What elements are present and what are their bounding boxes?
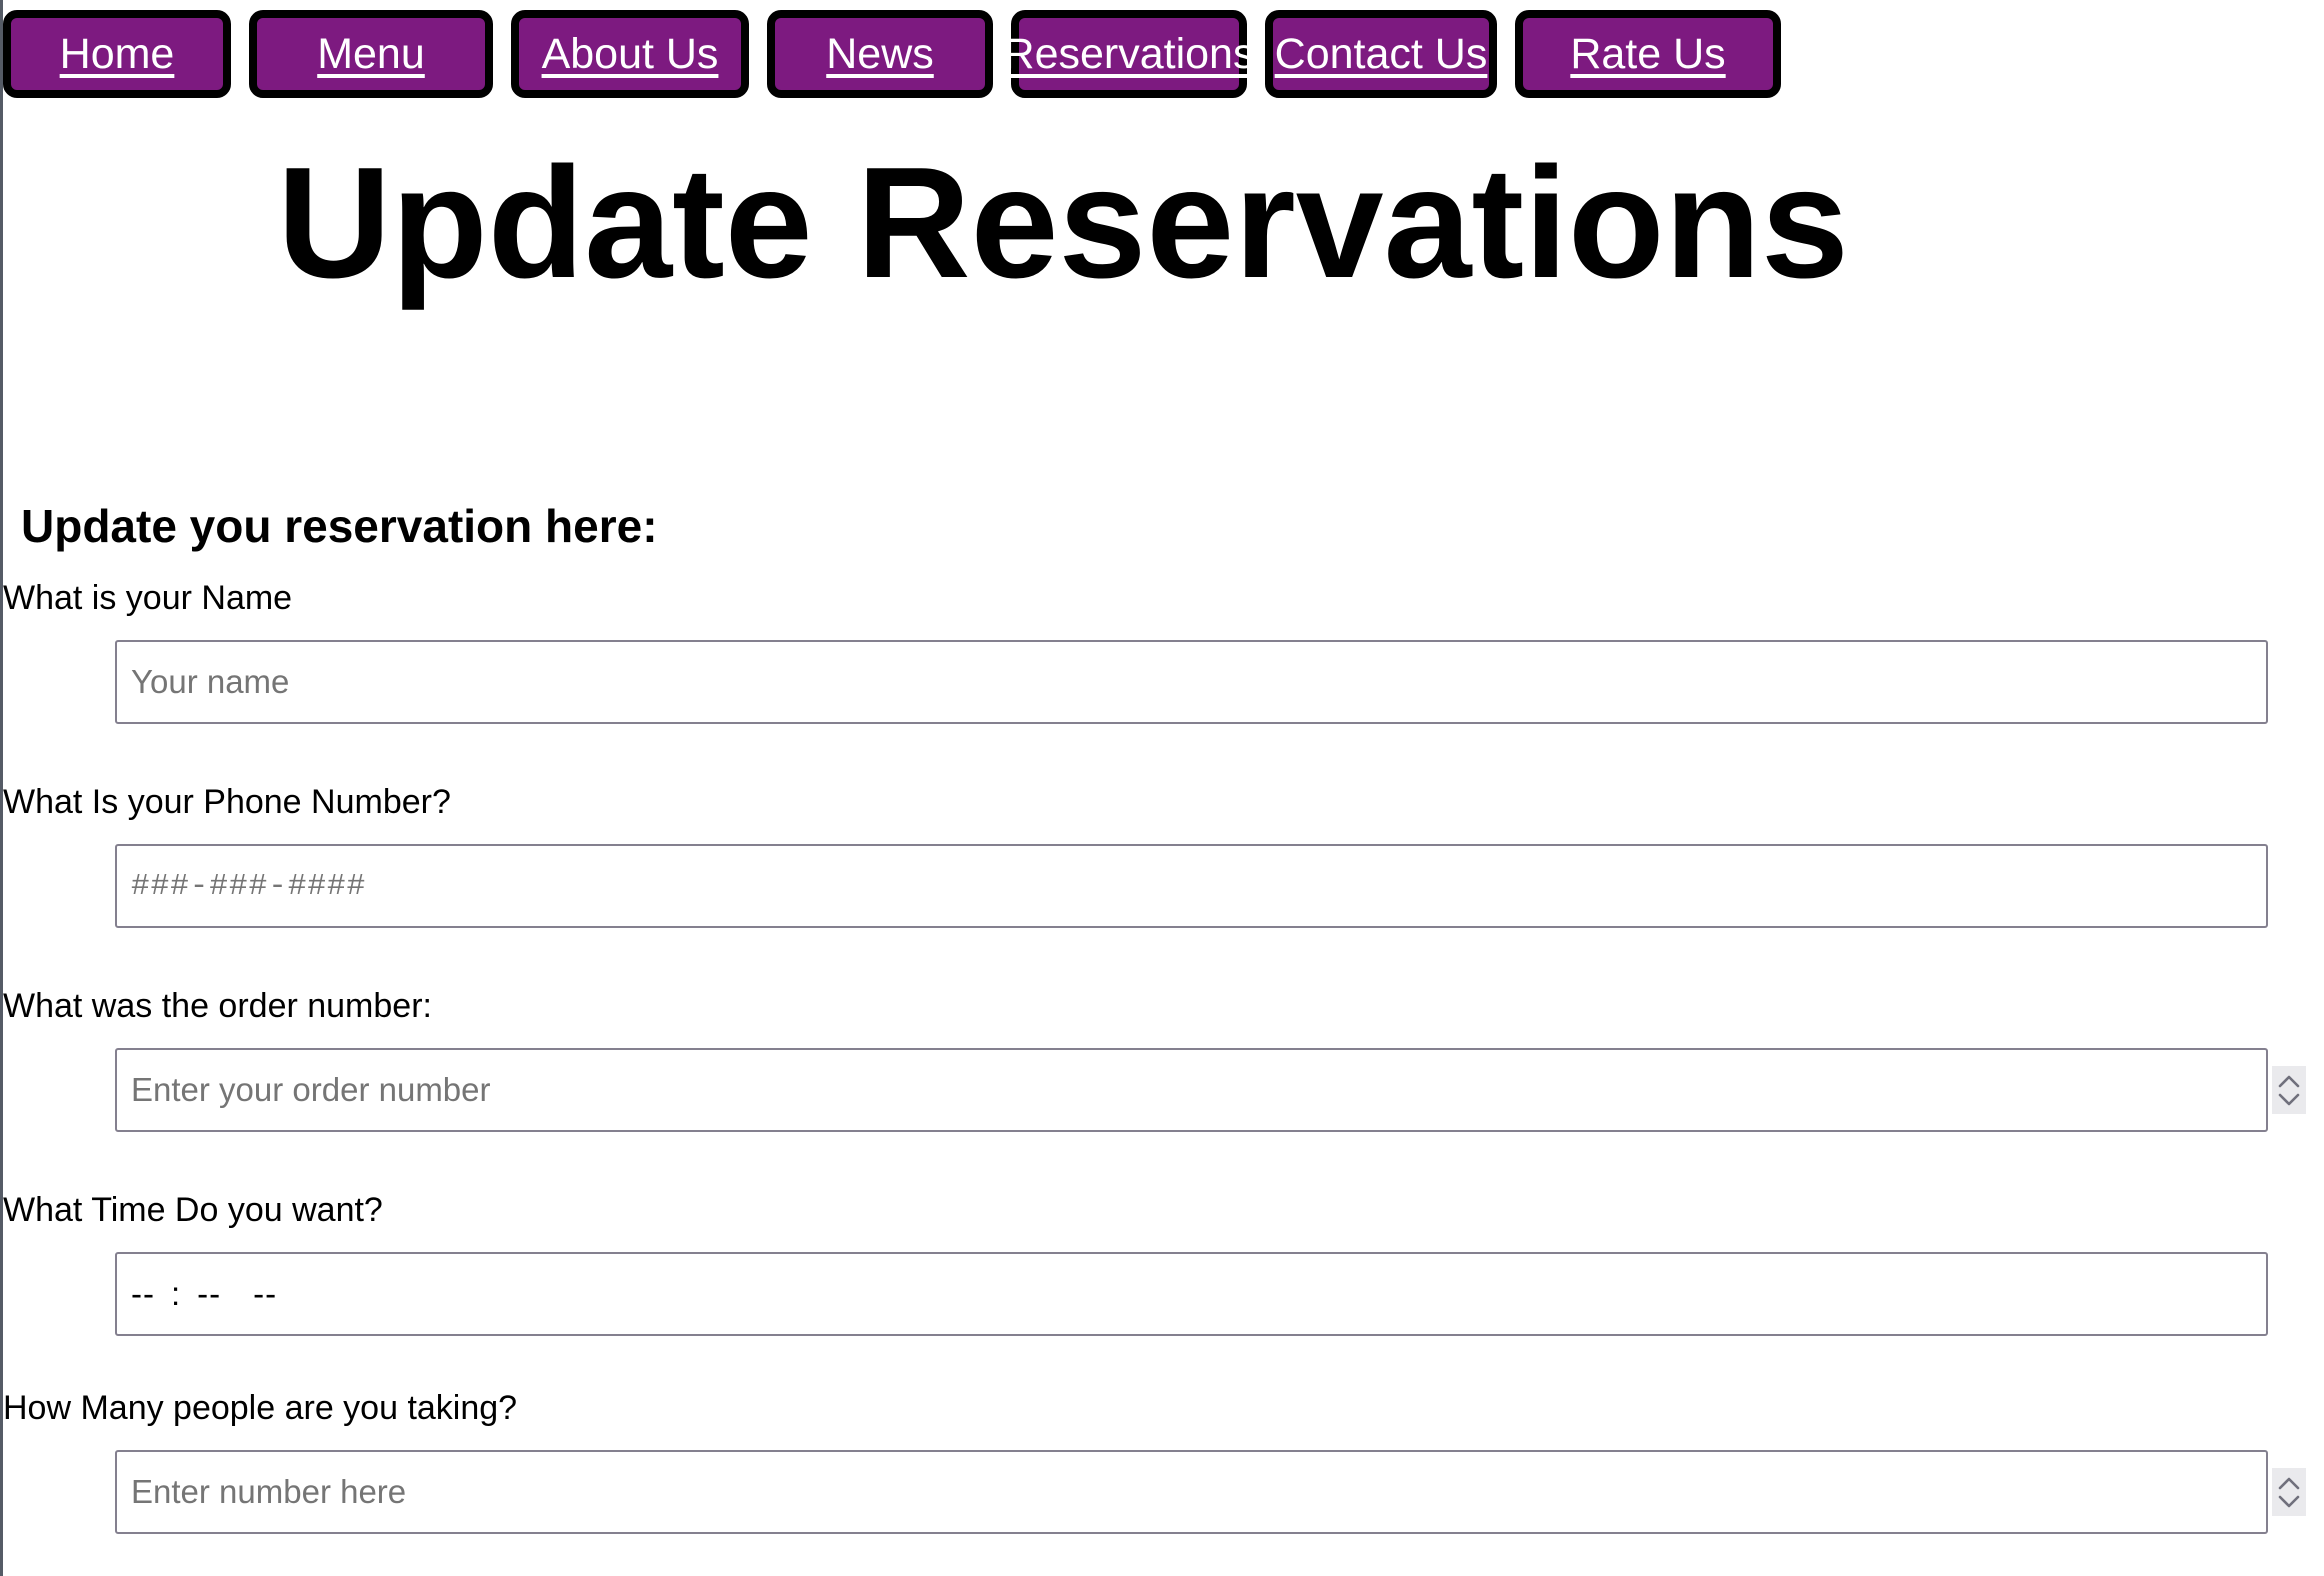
party-size-input[interactable] [115, 1450, 2268, 1534]
chevron-down-icon [2278, 1495, 2300, 1507]
nav-link-rate-us-label: Rate Us [1570, 30, 1726, 78]
input-wrap-name [3, 640, 2324, 724]
time-meridiem-segment[interactable]: -- [253, 1275, 277, 1312]
main-navigation: Home Menu About Us News Reservations Con… [3, 0, 2324, 110]
nav-link-news[interactable]: News [767, 10, 993, 98]
input-wrap-party-size [3, 1450, 2324, 1534]
nav-link-reservations-label: Reservations [1003, 30, 1255, 78]
input-wrap-time: --: -- -- [3, 1252, 2324, 1336]
nav-link-reservations[interactable]: Reservations [1004, 10, 1254, 98]
label-order-number: What was the order number: [3, 987, 432, 1025]
nav-link-menu-label: Menu [317, 30, 425, 78]
nav-link-rate-us[interactable]: Rate Us [1515, 10, 1781, 98]
number-spinner-party-size[interactable] [2272, 1468, 2306, 1516]
section-heading: Update you reservation here: [21, 500, 658, 552]
page-title: Update Reservations [277, 135, 1849, 311]
label-party-size: How Many people are you taking? [3, 1389, 518, 1427]
label-name: What is your Name [3, 579, 293, 617]
nav-link-about-us[interactable]: About Us [511, 10, 749, 98]
page-root: Home Menu About Us News Reservations Con… [0, 0, 2324, 1576]
update-reservation-form: What is your Name What Is your Phone Num… [3, 578, 2324, 1534]
order-number-input[interactable] [115, 1048, 2268, 1132]
field-group-time: What Time Do you want? --: -- -- [3, 1190, 2324, 1336]
chevron-up-icon [2278, 1477, 2300, 1489]
label-time: What Time Do you want? [3, 1191, 383, 1229]
label-phone: What Is your Phone Number? [3, 783, 451, 821]
field-group-phone: What Is your Phone Number? [3, 782, 2324, 928]
nav-link-about-us-label: About Us [541, 30, 719, 78]
field-group-party-size: How Many people are you taking? [3, 1388, 2324, 1534]
time-input[interactable]: --: -- -- [115, 1252, 2268, 1336]
nav-link-contact-us[interactable]: Contact Us [1265, 10, 1497, 98]
input-wrap-order-number [3, 1048, 2324, 1132]
field-group-order-number: What was the order number: [3, 986, 2324, 1132]
nav-link-news-label: News [826, 30, 934, 78]
chevron-up-icon [2278, 1075, 2300, 1087]
name-input[interactable] [115, 640, 2268, 724]
time-minute-segment[interactable]: -- [197, 1275, 221, 1312]
number-spinner-order-number[interactable] [2272, 1066, 2306, 1114]
nav-link-contact-us-label: Contact Us [1274, 30, 1488, 78]
nav-link-menu[interactable]: Menu [249, 10, 493, 98]
field-group-name: What is your Name [3, 578, 2324, 724]
phone-input[interactable] [115, 844, 2268, 928]
time-hour-segment[interactable]: -- [131, 1275, 155, 1312]
time-separator: : [170, 1275, 182, 1312]
nav-link-home[interactable]: Home [3, 10, 231, 98]
nav-link-home-label: Home [59, 30, 175, 78]
input-wrap-phone [3, 844, 2324, 928]
chevron-down-icon [2278, 1093, 2300, 1105]
